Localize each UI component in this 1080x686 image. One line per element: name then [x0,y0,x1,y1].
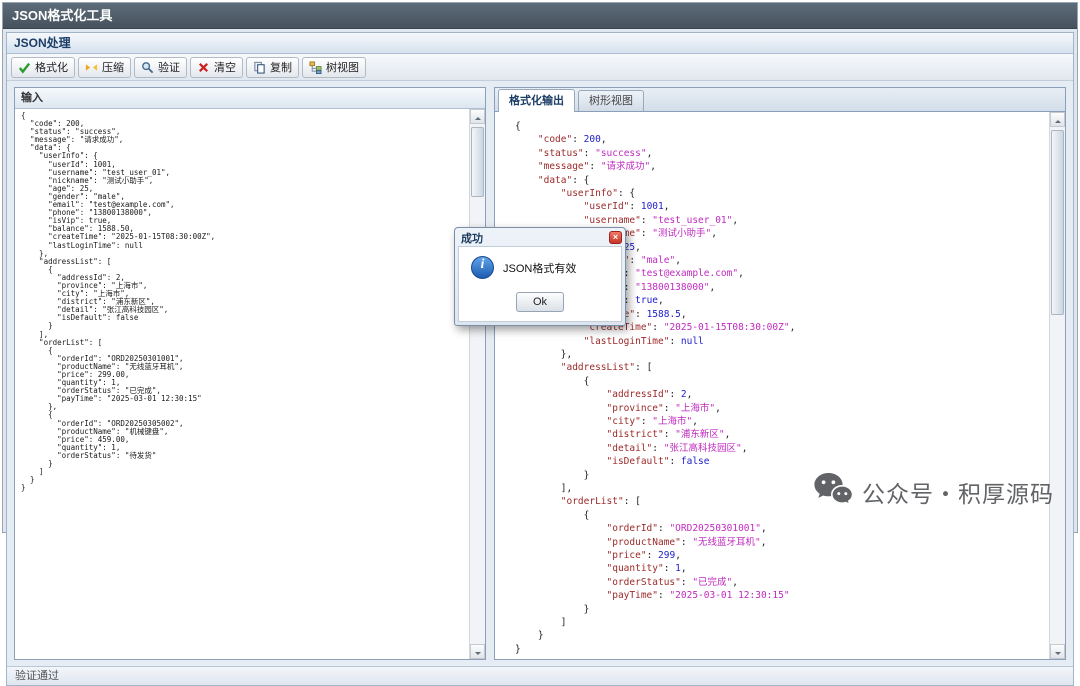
tree-view-icon [309,61,322,74]
tab-tree-view-label: 树形视图 [589,95,633,107]
window-title: JSON格式化工具 [12,8,112,23]
clear-button-label: 清空 [214,59,236,75]
validate-magnifier-icon [141,61,154,74]
format-check-icon [18,61,31,74]
input-json[interactable]: { "code": 200, "status": "success", "mes… [15,109,469,659]
tree-view-button-label: 树视图 [326,59,359,75]
scroll-down-icon[interactable] [470,644,485,659]
validate-button[interactable]: 验证 [134,57,187,78]
dialog-message: JSON格式有效 [503,260,576,276]
formatted-json: { "code": 200, "status": "success", "mes… [495,112,1049,659]
json-processing-panel: JSON处理 格式化 压缩 验证 [6,32,1074,686]
close-icon[interactable]: × [609,231,622,244]
compress-button-label: 压缩 [102,59,124,75]
status-bar: 验证通过 [7,666,1073,685]
dialog-header[interactable]: 成功 × [455,228,625,246]
format-button[interactable]: 格式化 [11,57,75,78]
main-content: 输入 { "code": 200, "status": "success", "… [7,81,1073,666]
input-textarea[interactable]: { "code": 200, "status": "success", "mes… [15,109,485,659]
input-panel-header: 输入 [15,88,485,109]
validate-button-label: 验证 [158,59,180,75]
scroll-up-icon[interactable] [470,109,485,124]
scrollbar-thumb[interactable] [471,127,484,197]
dialog-title: 成功 [461,230,483,246]
scroll-down-icon[interactable] [1050,644,1065,659]
panel-header: JSON处理 [7,33,1073,54]
window-titlebar: JSON格式化工具 [3,3,1077,29]
input-panel: 输入 { "code": 200, "status": "success", "… [14,87,486,660]
output-scrollbar[interactable] [1049,112,1065,659]
wechat-icon [813,472,853,511]
panel-title: JSON处理 [14,36,71,50]
scroll-up-icon[interactable] [1050,112,1065,127]
watermark: 公众号・积厚源码 [813,472,1054,511]
copy-button[interactable]: 复制 [246,57,299,78]
ok-button[interactable]: Ok [516,292,564,312]
status-text: 验证通过 [15,670,59,682]
clear-x-icon [197,61,210,74]
input-scrollbar[interactable] [469,109,485,659]
tree-view-button[interactable]: 树视图 [302,57,366,78]
copy-button-label: 复制 [270,59,292,75]
tab-formatted-output-label: 格式化输出 [509,95,564,107]
tab-tree-view[interactable]: 树形视图 [578,90,644,111]
output-tabbar: 格式化输出 树形视图 [495,88,1065,112]
tab-formatted-output[interactable]: 格式化输出 [498,89,575,112]
input-panel-title: 输入 [21,92,43,104]
watermark-text: 公众号・积厚源码 [862,475,1054,509]
copy-icon [253,61,266,74]
clear-button[interactable]: 清空 [190,57,243,78]
output-panel: 格式化输出 树形视图 { "code": 200, "status": "suc… [494,87,1066,660]
compress-icon [85,61,98,74]
success-dialog: 成功 × i JSON格式有效 Ok [454,227,626,326]
info-icon: i [471,256,494,279]
compress-button[interactable]: 压缩 [78,57,131,78]
output-body: { "code": 200, "status": "success", "mes… [495,112,1065,659]
scrollbar-thumb[interactable] [1051,130,1064,315]
format-button-label: 格式化 [35,59,68,75]
toolbar: 格式化 压缩 验证 清空 [7,54,1073,81]
dialog-body: i JSON格式有效 Ok [458,246,622,322]
